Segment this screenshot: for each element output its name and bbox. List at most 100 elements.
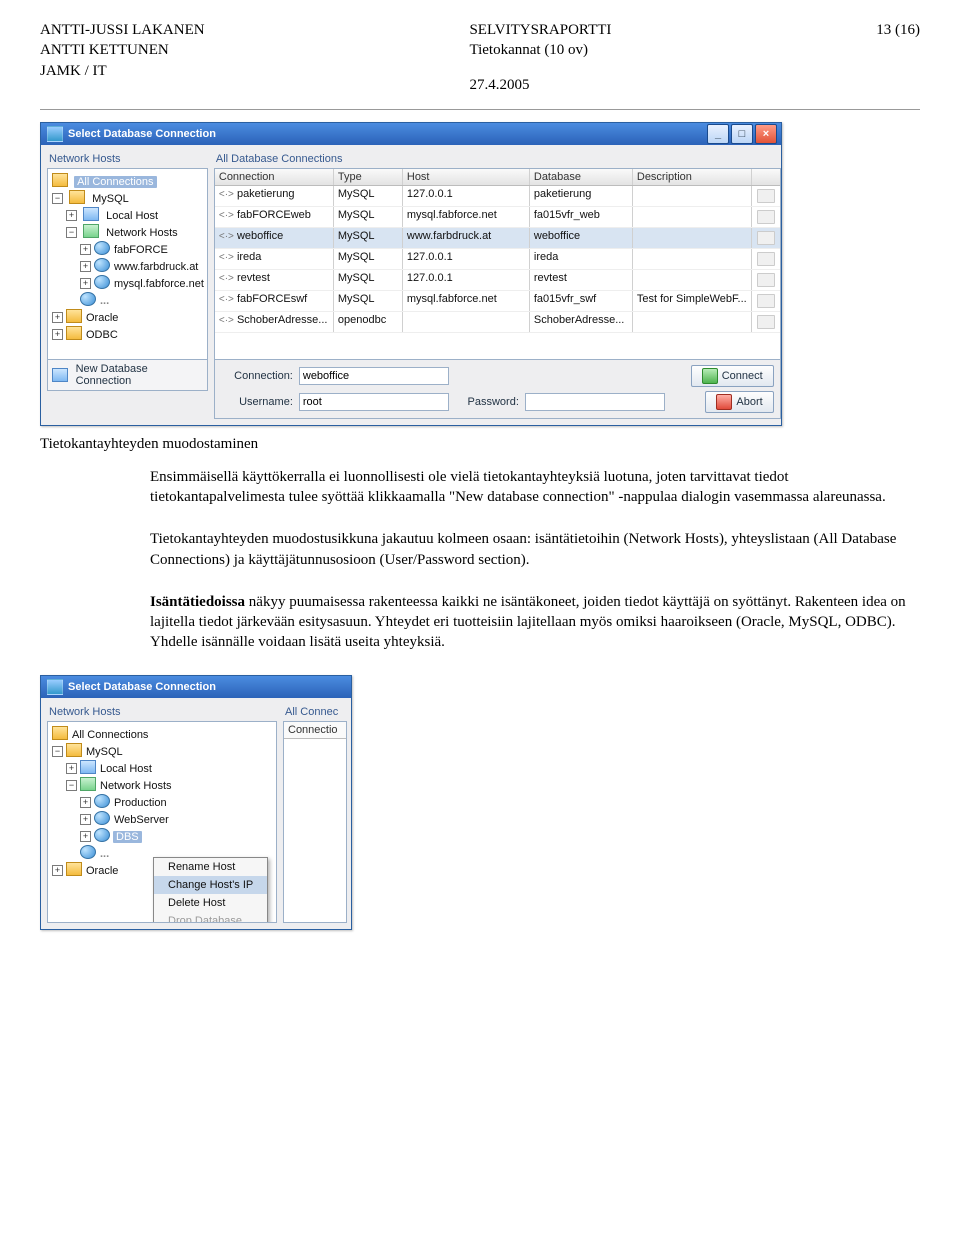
network-icon <box>83 224 99 238</box>
globe-icon <box>94 275 110 289</box>
tree2-oracle[interactable]: Oracle <box>85 865 119 877</box>
tree-network-hosts[interactable]: Network Hosts <box>105 227 179 239</box>
tree-mysqlfab[interactable]: mysql.fabforce.net <box>113 278 205 290</box>
expander-icon[interactable]: − <box>52 193 63 204</box>
table-row[interactable]: <·> revtestMySQL127.0.0.1revtest <box>215 270 780 291</box>
table-header: Connection Type Host Database Descriptio… <box>215 169 780 186</box>
host-icon <box>83 207 99 221</box>
tree2-local[interactable]: Local Host <box>99 763 153 775</box>
row-action-icon[interactable] <box>757 294 775 308</box>
abort-button[interactable]: Abort <box>705 391 773 413</box>
table-row[interactable]: <·> fabFORCEwebMySQLmysql.fabforce.netfa… <box>215 207 780 228</box>
expander-icon[interactable]: − <box>66 780 77 791</box>
check-icon <box>702 368 718 384</box>
expander-icon[interactable]: + <box>80 244 91 255</box>
new-connection-button[interactable]: New Database Connection <box>47 360 208 391</box>
connect-button[interactable]: Connect <box>691 365 774 387</box>
col-database[interactable]: Database <box>530 169 633 185</box>
maximize-button[interactable]: □ <box>731 124 753 144</box>
table-row[interactable]: <·> fabFORCEswfMySQLmysql.fabforce.netfa… <box>215 291 780 312</box>
expander-icon[interactable]: + <box>66 210 77 221</box>
col-description[interactable]: Description <box>633 169 752 185</box>
password-input[interactable] <box>525 393 665 411</box>
tree2-root[interactable]: All Connections <box>71 729 149 741</box>
paragraph-2: Tietokantayhteyden muodostusikkuna jakau… <box>150 529 910 570</box>
expander-icon[interactable]: + <box>80 278 91 289</box>
table-row[interactable]: <·> iredaMySQL127.0.0.1ireda <box>215 249 780 270</box>
hosts-tree[interactable]: All Connections − MySQL + Local Host <box>47 168 208 360</box>
author-2: ANTTI KETTUNEN <box>40 40 205 60</box>
tree-oracle[interactable]: Oracle <box>85 312 119 324</box>
tree2-mysql[interactable]: MySQL <box>85 746 124 758</box>
author-1: ANTTI-JUSSI LAKANEN <box>40 20 205 40</box>
table-row[interactable]: <·> webofficeMySQLwww.farbdruck.atweboff… <box>215 228 780 249</box>
all-conn-label-cropped: All Connec <box>283 704 347 721</box>
expander-icon[interactable]: + <box>80 797 91 808</box>
expander-icon[interactable]: − <box>52 746 63 757</box>
titlebar[interactable]: Select Database Connection _ □ × <box>41 123 781 145</box>
para3-rest: näkyy puumaisessa rakenteessa kaikki ne … <box>150 594 906 651</box>
tree-farbdruck[interactable]: www.farbdruck.at <box>113 261 199 273</box>
row-action-icon[interactable] <box>757 252 775 266</box>
expander-icon[interactable]: − <box>66 227 77 238</box>
connection-label: Connection: <box>221 370 293 382</box>
connections-table[interactable]: Connection Type Host Database Descriptio… <box>214 168 781 360</box>
ctx-change-ip[interactable]: Change Host's IP <box>154 876 267 894</box>
expander-icon[interactable]: + <box>52 865 63 876</box>
app-icon <box>47 679 63 695</box>
folder-icon <box>66 743 82 757</box>
folder-icon <box>52 726 68 740</box>
connection-input[interactable] <box>299 367 449 385</box>
close-button[interactable]: × <box>755 124 777 144</box>
minimize-button[interactable]: _ <box>707 124 729 144</box>
ctx-delete[interactable]: Delete Host <box>154 894 267 912</box>
expander-icon[interactable]: + <box>80 261 91 272</box>
tree-localhost[interactable]: Local Host <box>105 210 159 222</box>
context-menu[interactable]: Rename Host Change Host's IP Delete Host… <box>153 857 268 923</box>
paragraph-3: Isäntätiedoissa näkyy puumaisessa rakent… <box>150 592 910 653</box>
tree-more[interactable]: ... <box>99 295 110 307</box>
row-action-icon[interactable] <box>757 231 775 245</box>
window-title: Select Database Connection <box>68 681 216 693</box>
page-header: ANTTI-JUSSI LAKANEN ANTTI KETTUNEN JAMK … <box>40 20 920 95</box>
header-right: 13 (16) <box>876 20 920 95</box>
expander-icon[interactable]: + <box>80 831 91 842</box>
row-action-icon[interactable] <box>757 189 775 203</box>
globe-icon <box>94 811 110 825</box>
expander-icon[interactable]: + <box>52 329 63 340</box>
expander-icon[interactable]: + <box>80 814 91 825</box>
globe-icon <box>94 794 110 808</box>
col-connection[interactable]: Connection <box>215 169 334 185</box>
expander-icon[interactable]: + <box>66 763 77 774</box>
tree2-more[interactable]: ... <box>99 848 110 860</box>
row-action-icon[interactable] <box>757 315 775 329</box>
host-icon <box>80 760 96 774</box>
globe-icon <box>80 845 96 859</box>
tree2-production[interactable]: Production <box>113 797 168 809</box>
titlebar[interactable]: Select Database Connection <box>41 676 351 698</box>
link-icon: <·> <box>219 273 234 284</box>
expander-icon[interactable]: + <box>52 312 63 323</box>
select-connection-dialog: Select Database Connection _ □ × Network… <box>40 122 782 426</box>
row-action-icon[interactable] <box>757 273 775 287</box>
hosts-tree-2[interactable]: All Connections − MySQL + Local Host − Netw… <box>47 721 277 923</box>
tree-fabforce[interactable]: fabFORCE <box>113 244 169 256</box>
tree2-net[interactable]: Network Hosts <box>99 780 173 792</box>
divider <box>40 109 920 110</box>
cancel-icon <box>716 394 732 410</box>
tree-odbc[interactable]: ODBC <box>85 329 119 341</box>
tree-root[interactable]: All Connections <box>74 176 156 188</box>
folder-icon <box>52 173 68 187</box>
col-type[interactable]: Type <box>334 169 403 185</box>
col-host[interactable]: Host <box>403 169 530 185</box>
ctx-rename[interactable]: Rename Host <box>154 858 267 876</box>
window-title: Select Database Connection <box>68 128 216 140</box>
tree2-webserver[interactable]: WebServer <box>113 814 170 826</box>
table-row[interactable]: <·> paketierungMySQL127.0.0.1paketierung <box>215 186 780 207</box>
table-row[interactable]: <·> SchoberAdresse...openodbcSchoberAdre… <box>215 312 780 333</box>
tree-mysql[interactable]: MySQL <box>91 193 130 205</box>
username-input[interactable] <box>299 393 449 411</box>
tree2-dbs[interactable]: DBS <box>113 831 142 843</box>
row-action-icon[interactable] <box>757 210 775 224</box>
credentials-form: Connection: Connect Username: Password: <box>214 360 781 419</box>
